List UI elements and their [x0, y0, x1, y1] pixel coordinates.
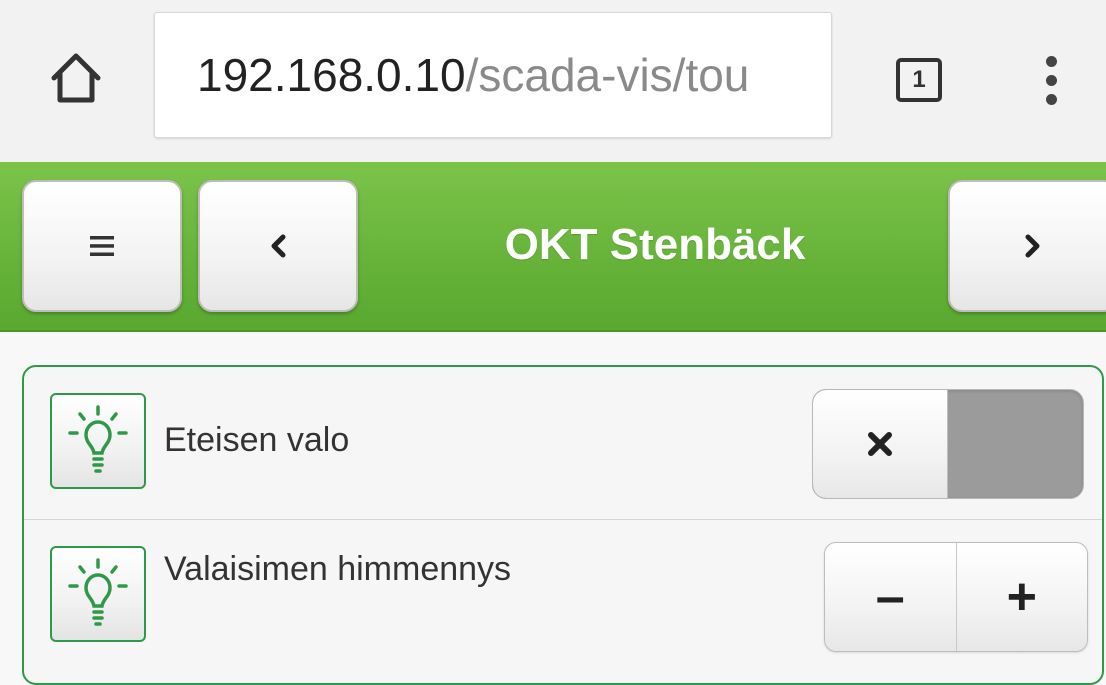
decrease-button[interactable]: –: [825, 543, 957, 651]
app-header: OKT Stenbäck: [0, 162, 1106, 332]
menu-button[interactable]: [22, 180, 182, 312]
browser-toolbar: 192.168.0.10/scada-vis/tou 1: [0, 0, 1106, 163]
toggle-knob[interactable]: [813, 390, 948, 498]
control-row-eteisen-valo: Eteisen valo: [24, 367, 1102, 520]
next-page-button[interactable]: [948, 180, 1106, 312]
previous-page-button[interactable]: [198, 180, 358, 312]
close-x-icon: [868, 432, 892, 456]
home-button[interactable]: [40, 42, 112, 114]
light-bulb-icon: [68, 558, 128, 626]
dimmer-stepper: – +: [824, 542, 1088, 652]
control-label: Eteisen valo: [164, 421, 350, 459]
control-row-valaisimen-himmennys: Valaisimen himmennys – +: [24, 520, 1102, 683]
vertical-dots-menu-icon: [1045, 55, 1057, 67]
url-path: /scada-vis/tou: [465, 49, 750, 101]
page-title: OKT Stenbäck: [504, 220, 806, 269]
control-label: Valaisimen himmennys: [164, 550, 512, 588]
tabs-button[interactable]: 1: [890, 51, 948, 109]
browser-menu-button[interactable]: [1026, 42, 1076, 118]
light-bulb-button[interactable]: [50, 393, 146, 489]
address-bar[interactable]: 192.168.0.10/scada-vis/tou: [154, 12, 832, 138]
chevron-right-icon: [1025, 234, 1040, 258]
increase-button[interactable]: +: [957, 543, 1088, 651]
chevron-left-icon: [271, 234, 286, 258]
hamburger-menu-icon: [90, 236, 114, 256]
tabs-counter-icon: 1: [896, 58, 942, 102]
light-bulb-button[interactable]: [50, 546, 146, 642]
light-bulb-icon: [68, 405, 128, 473]
tab-count: 1: [912, 66, 926, 93]
controls-panel: Eteisen valo Valaisimen himmennys – +: [22, 365, 1104, 685]
light-toggle-switch[interactable]: [812, 389, 1084, 499]
url-host: 192.168.0.10: [197, 49, 466, 101]
home-icon: [51, 53, 101, 103]
